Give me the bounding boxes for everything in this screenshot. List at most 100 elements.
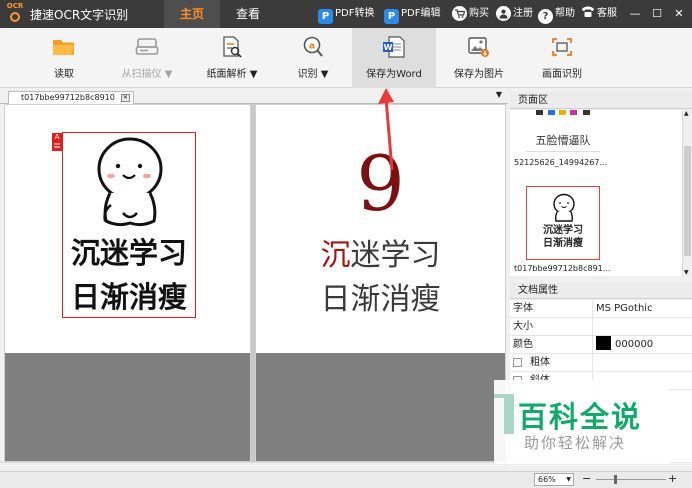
cart-icon [452,6,467,21]
thumbnail-2-label[interactable]: t017bbe99712b8c891... [514,264,610,273]
from-scanner-label: 从扫描仪 ▼ [121,69,173,80]
color-swatch[interactable] [596,336,611,350]
source-text-line-1: 沉迷学习 [70,236,187,270]
scrollbar-thumb[interactable] [684,146,691,256]
watermark-title: 百科全说 [518,400,643,434]
minimize-icon[interactable]: — [626,4,644,24]
document-tab[interactable]: t017bbe99712b8c8910 ✕ [8,91,134,104]
region-tag-letter: A [54,133,60,141]
thumbnail-1-icons [536,110,590,115]
source-text-line-2: 日渐消瘦 [70,280,187,314]
scroll-up-icon[interactable]: ▲ [684,110,689,117]
screen-recognition-button[interactable]: 画面识别 [530,28,594,88]
zoom-select[interactable]: 66% ▼ [534,473,574,486]
zoom-value: 66% [538,475,556,484]
thumbnail-2-caption-line-2: 日渐消瘦 [543,238,583,249]
bold-label: 粗体 [530,357,550,368]
page-analysis-icon [223,36,242,58]
pdf-convert-icon: P [318,9,333,24]
pdf-edit-icon: P [384,9,399,24]
close-tab-icon[interactable]: ✕ [120,94,130,102]
bold-checkbox[interactable] [513,358,522,367]
thumbnail-1-caption: 五脸懵逼队 [535,134,591,147]
scroll-down-icon[interactable]: ▼ [684,269,689,276]
recognize-icon: a [303,36,323,57]
zoom-in-button[interactable]: + [668,472,677,485]
prop-color-key: 颜色 [513,339,533,350]
read-button-label: 读取 [54,69,74,80]
register-button[interactable]: 注册 [496,0,533,28]
page-area-header: 页面区 [510,92,692,109]
image-icon [468,37,489,57]
thumbnail-2-selected[interactable]: 沉迷学习 日渐消瘦 [526,186,600,260]
thumbnail-1[interactable]: 五脸懵逼队 [526,110,600,152]
save-as-word-button[interactable]: W 保存为Word [352,28,436,88]
prop-size-key: 大小 [513,321,533,332]
result-text-line-2[interactable]: 日渐消瘦 [256,283,505,317]
folder-icon [53,40,74,55]
prop-row-size[interactable]: 大小 [510,318,692,336]
maximize-icon[interactable]: ☐ [648,4,666,24]
prop-row-color[interactable]: 颜色 000000 [510,336,692,354]
word-icon: W [383,36,405,58]
app-logo-icon: OCR [4,2,26,26]
document-properties-header: 文档属性 [510,282,692,299]
title-bar: OCR 捷速OCR文字识别 主页 查看 P PDF转换 P PDF编辑 购买 注册 … [0,0,692,28]
tab-home[interactable]: 主页 [164,0,220,28]
buy-label: 购买 [469,8,489,19]
prop-color-hex: 000000 [615,339,654,350]
document-tab-label: t017bbe99712b8c8910 [21,93,115,102]
result-pane-empty-area [256,353,505,461]
tab-list-dropdown-icon[interactable]: ▼ [496,90,502,99]
save-as-image-button[interactable]: 保存为图片 [444,28,514,88]
prop-color-value[interactable]: 000000 [596,336,653,354]
register-label: 注册 [513,8,533,19]
service-button[interactable]: 客服 [580,0,617,28]
recognize-button[interactable]: a 识别 ▼ [286,28,340,88]
horizontal-scrollbar[interactable] [0,462,508,471]
prop-font-value[interactable]: MS PGothic [596,300,653,318]
page-area-title: 页面区 [518,95,548,106]
meme-character-image [97,137,163,227]
thumbnail-1-label[interactable]: 52125626_14994267... [514,158,607,167]
buy-button[interactable]: 购买 [452,0,489,28]
phone-icon [580,5,595,20]
source-image-pane[interactable]: A 沉迷学习 日渐消瘦 [4,104,251,462]
screen-capture-icon [552,38,572,56]
read-button[interactable]: 读取 [36,28,92,88]
help-button[interactable]: ? 帮助 [538,0,575,28]
document-tab-strip: t017bbe99712b8c8910 ✕ ▼ [0,89,508,104]
watermark-logo-icon [494,394,514,434]
thumbnail-2-caption-line-1: 沉迷学习 [543,225,583,236]
thumbnail-scrollbar[interactable]: ▲ ▼ [682,110,692,276]
prop-row-bold[interactable]: 粗体 [510,354,692,372]
app-logo-text: OCR [6,2,24,10]
page-analysis-button[interactable]: 纸面解析 ▼ [196,28,268,88]
tab-view[interactable]: 查看 [220,0,276,28]
pdf-edit-button[interactable]: P PDF编辑 [384,0,440,28]
annotation-arrow-icon [378,88,394,171]
zoom-slider-track[interactable] [596,479,666,480]
zoom-slider-thumb[interactable] [614,475,617,484]
prop-font-key: 字体 [513,303,533,314]
svg-text:a: a [309,42,315,52]
user-icon [496,6,511,21]
recognition-region-box[interactable]: 沉迷学习 日渐消瘦 [62,132,196,318]
help-label: 帮助 [555,8,575,19]
document-properties-title: 文档属性 [518,285,558,296]
zoom-dropdown-icon: ▼ [566,476,571,483]
prop-row-font[interactable]: 字体 MS PGothic [510,300,692,318]
pdf-convert-button[interactable]: P PDF转换 [318,0,374,28]
watermark: 百科全说 助你轻松解决 [494,380,670,464]
zoom-out-button[interactable]: − [582,472,591,485]
screen-recognition-label: 画面识别 [542,69,582,80]
page-thumbnail-list[interactable]: 五脸懵逼队 52125626_14994267... 沉迷学习 日渐消瘦 t01… [510,110,682,276]
save-as-image-label: 保存为图片 [454,69,504,80]
watermark-subtitle: 助你轻松解决 [524,434,627,452]
close-icon[interactable]: ✕ [670,4,688,24]
recognition-region-tag[interactable]: A [52,133,62,151]
from-scanner-button[interactable]: 从扫描仪 ▼ [110,28,184,88]
recognize-label: 识别 ▼ [297,69,329,80]
page-analysis-label: 纸面解析 ▼ [206,69,258,80]
result-text-line-1[interactable]: 沉迷学习 [256,239,505,273]
